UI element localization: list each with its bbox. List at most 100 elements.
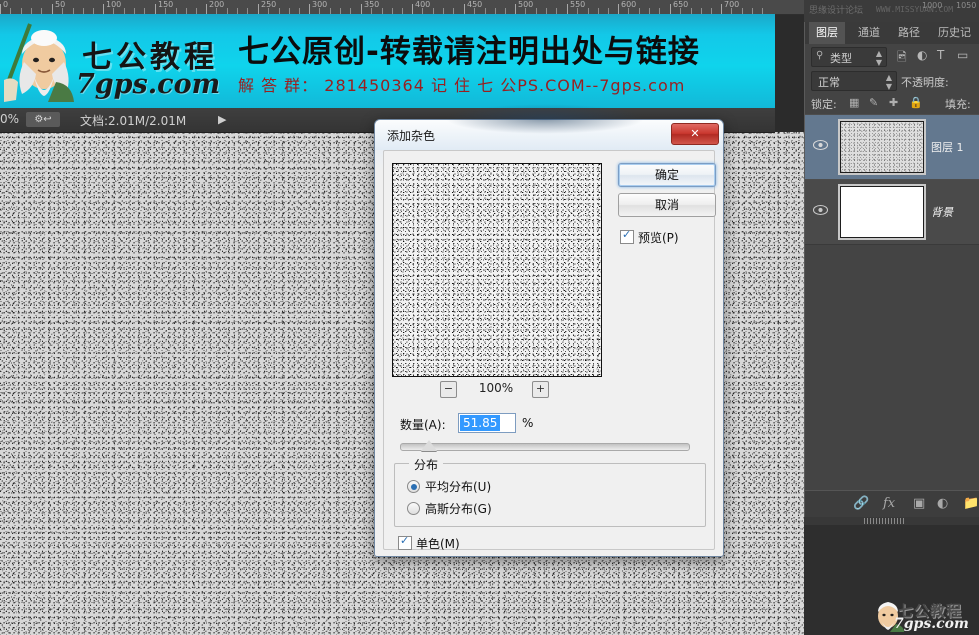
shape-filter-icon[interactable]: ▭ (957, 48, 968, 62)
adjustment-filter-icon[interactable]: ◐ (917, 48, 927, 62)
ruler-tick-major (515, 4, 516, 14)
ruler-tick-major (361, 4, 362, 14)
fill-label: 填充: (945, 98, 971, 111)
ruler-tick-major (670, 4, 671, 14)
dialog-body: 100% − + 数量(A): 51.85 % 分布 平均分布(U) 高斯分布(… (383, 150, 716, 551)
tutorial-banner: 七公教程 7gps.com 七公原创-转载请注明出处与链接 解 答 群： 281… (0, 14, 775, 112)
radio-uniform-label: 平均分布(U) (425, 480, 492, 494)
ruler-tick-major (0, 4, 1, 14)
close-icon[interactable]: ✕ (671, 123, 719, 145)
cancel-button[interactable]: 取消 (618, 193, 716, 217)
search-icon: ⚲ (816, 50, 824, 61)
preview-checkbox-indicator[interactable] (620, 228, 634, 244)
image-filter-icon[interactable]: 🖻 (897, 48, 907, 69)
forum-watermark-name: 思缘设计论坛 (809, 6, 864, 16)
lock-label: 锁定: (811, 98, 837, 111)
radio-uniform-indicator[interactable] (407, 480, 420, 493)
banner-subline: 解 答 群： 281450364 记 住 七 公PS.COM--7gps.com (238, 76, 686, 95)
layer-thumbnail[interactable] (840, 186, 924, 238)
all-lock-icon[interactable]: 🔒 (909, 96, 923, 109)
ruler-tick-major (721, 4, 722, 14)
fx-icon[interactable]: fx (883, 496, 895, 511)
tab-channels[interactable]: 通道 (851, 22, 887, 44)
ruler-tick-major (464, 4, 465, 14)
preview-zoom-controls: 100% − + (392, 381, 600, 399)
amount-row: 数量(A): 51.85 % (392, 413, 702, 435)
ruler-tick-major (155, 4, 156, 14)
dialog-title: 添加杂色 (387, 129, 436, 143)
ruler-panel-label-1050: 1050 (956, 1, 977, 10)
amount-slider[interactable] (400, 439, 690, 453)
mask-icon[interactable]: ▣ (913, 496, 925, 511)
ruler-label: 0 (3, 0, 9, 9)
chevron-updown-icon[interactable]: ▲ ▼ (886, 73, 892, 91)
opacity-label: 不透明度: (901, 76, 949, 89)
amount-input[interactable]: 51.85 (458, 413, 516, 433)
ok-button[interactable]: 确定 (618, 163, 716, 187)
document-size-text: 文档:2.01M/2.01M (80, 114, 187, 128)
watermark-site: 7gps.com (894, 616, 969, 632)
ruler-panel-label-1000: 1000 (922, 1, 943, 10)
adjustment-icon[interactable]: ◐ (937, 496, 948, 511)
distribution-group: 分布 平均分布(U) 高斯分布(G) (394, 456, 706, 527)
zoom-in-button[interactable]: + (532, 381, 549, 398)
status-toggle-button[interactable]: ⚙↩ (26, 112, 60, 127)
layers-panel-toolbar: 🔗 fx ▣ ◐ 📁 (805, 490, 979, 517)
layer-name: 背景 (931, 206, 953, 219)
tab-paths[interactable]: 路径 (891, 22, 927, 44)
tab-history[interactable]: 历史记录 (931, 22, 979, 61)
blend-mode-value: 正常 (818, 76, 840, 89)
layer-row-layer1[interactable]: 图层 1 (805, 114, 979, 180)
ruler-tick-major (52, 4, 53, 14)
lock-row: 锁定: ▦ ✎ ✚ 🔒 填充: (805, 92, 979, 114)
layers-panel: 图层 通道 路径 历史记录 ⚲ 类型 ▲▼ 🖻 ◐ T ▭ 正常 ▲▼ 不透明度… (804, 22, 979, 517)
layer-filter-row: ⚲ 类型 ▲ ▼ 🖻 ◐ T ▭ (805, 44, 979, 68)
eye-visibility-icon[interactable] (813, 204, 828, 216)
ruler-tick-major (258, 4, 259, 14)
chevron-updown-icon[interactable]: ▲ ▼ (876, 49, 882, 67)
amount-unit: % (522, 416, 534, 430)
mascot-illustration (4, 23, 74, 102)
layer-name: 图层 1 (931, 141, 964, 154)
amount-value[interactable]: 51.85 (460, 415, 501, 431)
monochrome-label: 单色(M) (416, 537, 460, 551)
eye-visibility-icon[interactable] (813, 139, 828, 151)
ruler-tick-major (103, 4, 104, 14)
status-expand-arrow-icon[interactable]: ▶ (218, 113, 226, 126)
slider-thumb[interactable] (421, 440, 437, 451)
ruler-label: 50 (55, 0, 66, 9)
ruler-tick-major (618, 4, 619, 14)
slider-track[interactable] (400, 443, 690, 451)
group-icon[interactable]: 📁 (963, 496, 979, 511)
text-filter-icon[interactable]: T (937, 48, 944, 62)
panel-resize-grip[interactable] (804, 517, 979, 525)
blend-mode-row: 正常 ▲ ▼ 不透明度: (805, 68, 979, 92)
blend-mode-dropdown[interactable]: 正常 ▲ ▼ (811, 71, 897, 91)
horizontal-ruler: 0 50 100 150 200 250 300 350 400 450 500 550 600 650 7… (0, 0, 804, 15)
image-lock-icon[interactable]: ✎ (869, 96, 878, 109)
transparency-lock-icon[interactable]: ▦ (849, 96, 859, 109)
noise-preview[interactable] (392, 163, 602, 377)
tutorial-watermark-bottom: 七公教程 7gps.com (872, 596, 979, 635)
link-icon[interactable]: 🔗 (853, 496, 869, 511)
monochrome-checkbox-indicator[interactable] (398, 534, 412, 550)
zoom-level-text: 0% (0, 112, 20, 126)
layer-kind-label: 类型 (830, 52, 852, 65)
ruler-tick-major (412, 4, 413, 14)
titlebar-glow (445, 104, 645, 134)
layer-thumbnail[interactable] (840, 121, 924, 173)
panel-tab-bar: 图层 通道 路径 历史记录 (805, 22, 979, 61)
add-noise-dialog[interactable]: 添加杂色 ✕ 100% − + 数量(A): 51.85 % 分布 平均分布(U… (374, 104, 724, 557)
position-lock-icon[interactable]: ✚ (889, 96, 898, 109)
tab-layers[interactable]: 图层 (809, 22, 845, 44)
dialog-title-bar[interactable]: 添加杂色 ✕ (375, 104, 723, 150)
zoom-out-button[interactable]: − (440, 381, 457, 398)
distribution-legend: 分布 (409, 456, 444, 473)
radio-gaussian-indicator[interactable] (407, 502, 420, 515)
grip-lines-icon (864, 518, 904, 524)
ruler-tick-major (206, 4, 207, 14)
banner-logo-url: 7gps.com (76, 69, 221, 100)
layer-row-background[interactable]: 背景 (805, 179, 979, 245)
layer-kind-dropdown[interactable]: ⚲ 类型 ▲ ▼ (811, 47, 887, 67)
preview-label: 预览(P) (638, 231, 679, 245)
